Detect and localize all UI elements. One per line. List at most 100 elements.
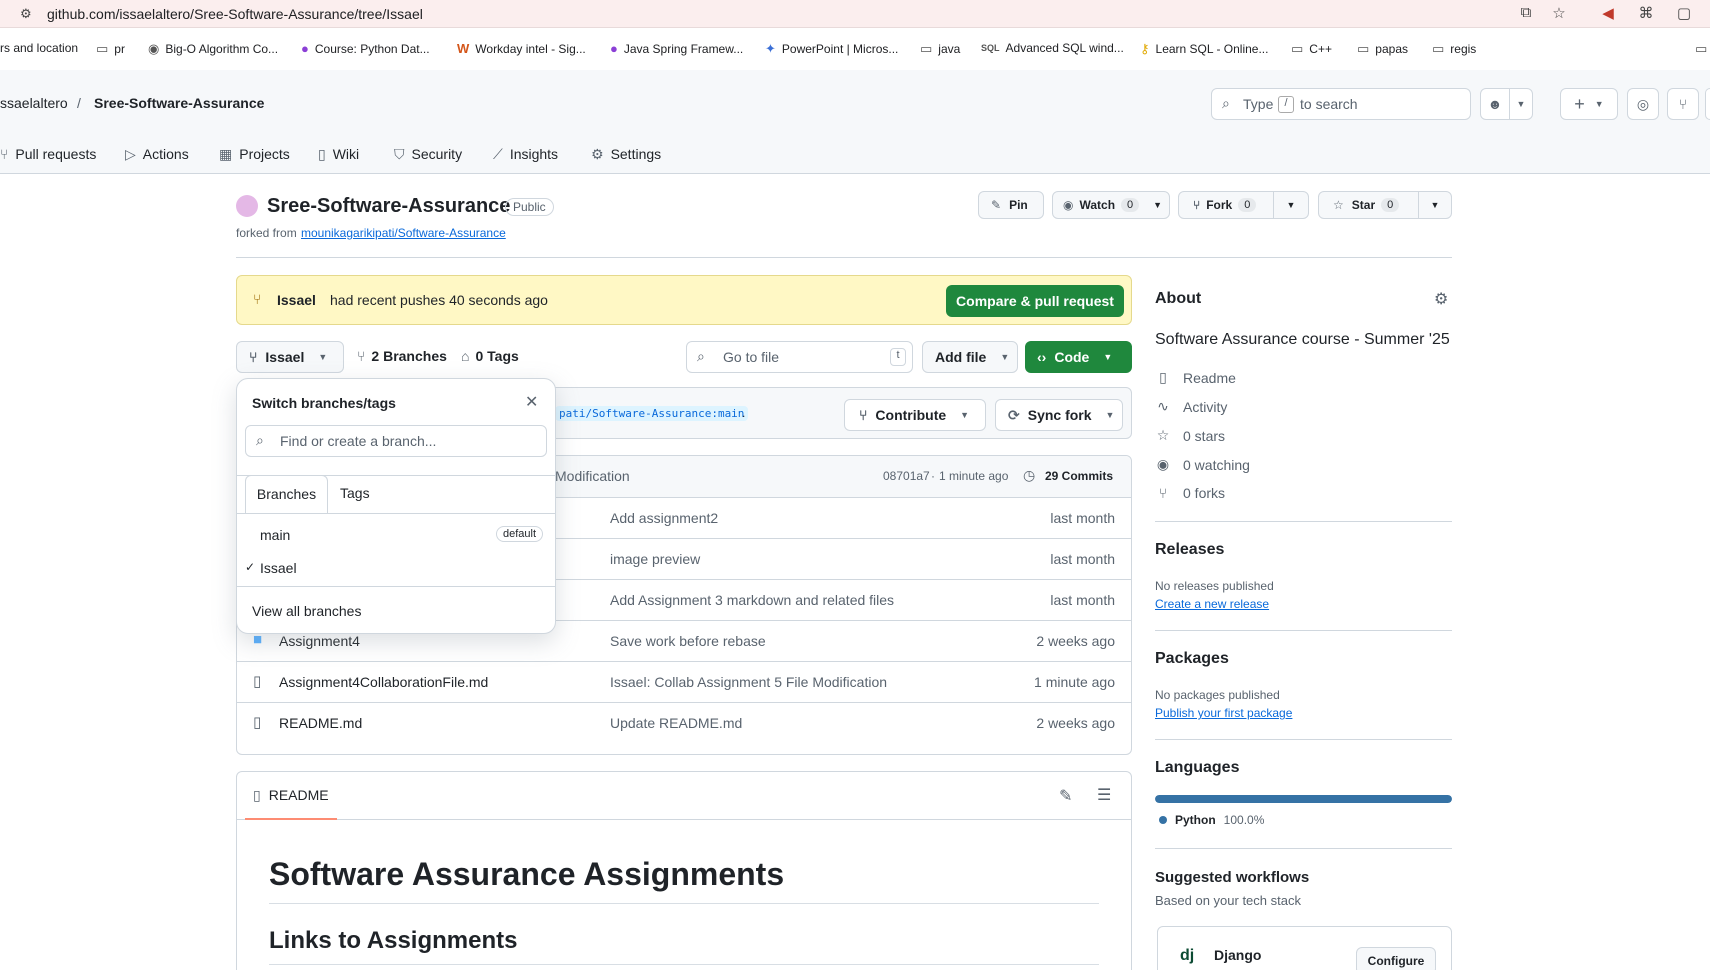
gear-icon[interactable]: ⚙ [1434,289,1448,309]
commits-link[interactable]: 29 Commits [1045,469,1113,483]
commit-message[interactable]: Add assignment2 [610,510,718,526]
bookmark-item[interactable]: SQL Advanced SQL wind... [981,41,1124,55]
avatar[interactable] [236,195,258,217]
tab-tags[interactable]: Tags [340,485,370,501]
tab-wiki[interactable]: ▯ Wiki [318,138,359,170]
bookmark-item[interactable]: ✦ PowerPoint | Micros... [765,41,898,57]
browser-url-bar[interactable]: ⚙ github.com/issaelaltero/Sree-Software-… [0,0,1710,28]
code-button[interactable]: ‹› Code ▼ [1025,341,1132,373]
create-release-link[interactable]: Create a new release [1155,597,1269,611]
bookmark-item[interactable]: ● Java Spring Framew... [610,41,743,56]
triangle-down-icon: ▼ [1000,352,1010,362]
sidebar-item-readme[interactable]: ▯ Readme [1155,369,1236,386]
bookmark-item[interactable]: ▭ pr [96,41,125,57]
tags-link[interactable]: ⌂ 0 Tags [461,348,519,364]
file-name[interactable]: README.md [279,715,362,731]
table-row[interactable]: ▯ Assignment4CollaborationFile.md Issael… [237,661,1131,702]
pusher-name[interactable]: Issael [277,292,316,308]
forked-from-link[interactable]: mounikagarikipati/Software-Assurance [301,226,506,240]
commit-hash[interactable]: 08701a7 [883,469,930,483]
bookmark-item[interactable]: ▭ [1695,41,1707,57]
packages-heading[interactable]: Packages [1155,650,1229,668]
edit-icon[interactable]: ✎ [1059,786,1072,806]
watch-button[interactable]: ◉ Watch 0 ▼ [1052,191,1170,219]
bookmark-star-icon[interactable]: ☆ [1549,4,1569,24]
latest-commit-message[interactable]: Modification [555,468,630,484]
pin-button[interactable]: ✎ Pin [978,191,1044,219]
sidebar-item-label: Activity [1183,398,1228,415]
language-item-python[interactable]: Python 100.0% [1159,813,1264,827]
file-name[interactable]: Assignment4 [279,633,360,649]
bookmark-item[interactable]: rs and location [0,41,78,55]
close-icon[interactable]: ✕ [525,392,538,412]
repo-title[interactable]: Sree-Software-Assurance [267,195,510,218]
url-text[interactable]: github.com/issaelaltero/Sree-Software-As… [47,6,423,22]
search-input[interactable]: ⌕ Type / to search [1211,88,1471,120]
go-to-file-input[interactable]: ⌕ Go to file t [686,341,913,373]
star-dropdown-button[interactable]: ▼ [1418,191,1452,219]
breadcrumb-owner[interactable]: ssaelaltero [0,95,68,111]
commit-message[interactable]: Update README.md [610,715,742,731]
branch-item-main[interactable]: main default [237,517,555,551]
bookmark-item[interactable]: ◉ Big-O Algorithm Co... [148,41,278,57]
commit-date: last month [1050,551,1115,567]
sidebar-item-activity[interactable]: ∿ Activity [1155,398,1227,415]
sync-fork-button[interactable]: ⟳ Sync fork ▼ [995,399,1123,431]
tab-actions[interactable]: ▷ Actions [125,138,189,170]
compare-pull-request-button[interactable]: Compare & pull request [946,285,1124,317]
install-icon[interactable]: ⧉ [1516,4,1536,24]
bookmark-item[interactable]: ▭ C++ [1291,41,1332,57]
tab-security[interactable]: ⛉ Security [394,138,462,170]
copilot-button[interactable]: ☻ [1480,88,1510,120]
tab-pull-requests[interactable]: ⑂ Pull requests [0,138,96,170]
table-row[interactable]: ▯ README.md Update README.md 2 weeks ago [237,702,1131,743]
megaphone-icon[interactable]: ◀ [1598,4,1618,24]
fork-ref-label[interactable]: pati/Software-Assurance:main [555,406,749,421]
extensions-icon[interactable]: ⌘ [1636,4,1656,24]
branches-link[interactable]: ⑂ 2 Branches [357,348,447,364]
bookmark-item[interactable]: ▭ java [920,41,960,57]
commit-message[interactable]: Add Assignment 3 markdown and related fi… [610,592,894,608]
profile-icon[interactable]: ▢ [1674,4,1694,24]
tab-settings[interactable]: ⚙ Settings [591,138,661,170]
outline-icon[interactable]: ☰ [1097,785,1111,805]
branch-select-button[interactable]: ⑂ Issael ▼ [236,341,344,373]
bookmark-item[interactable]: W Workday intel - Sig... [457,41,586,56]
view-all-branches-link[interactable]: View all branches [252,603,361,619]
publish-package-link[interactable]: Publish your first package [1155,706,1292,720]
notifications-button[interactable] [1705,88,1710,120]
tab-insights[interactable]: ⟋ Insights [493,138,558,170]
commit-message[interactable]: image preview [610,551,700,567]
branch-search-input[interactable]: ⌕ Find or create a branch... [245,425,547,457]
search-icon: ⌕ [697,348,705,364]
commit-message[interactable]: Issael: Collab Assignment 5 File Modific… [610,674,887,690]
commit-message[interactable]: Save work before rebase [610,633,766,649]
copilot-dropdown-button[interactable]: ▼ [1509,88,1533,120]
sidebar-item-forks[interactable]: ⑂ 0 forks [1155,485,1225,501]
sidebar-item-stars[interactable]: ☆ 0 stars [1155,427,1225,444]
star-label: Star [1351,198,1376,212]
contribute-button[interactable]: ⑂ Contribute ▼ [844,399,986,431]
create-new-button[interactable]: + ▼ [1560,88,1618,120]
releases-heading[interactable]: Releases [1155,541,1224,559]
fork-dropdown-button[interactable]: ▼ [1273,191,1309,219]
bookmark-item[interactable]: ▭ regis [1432,41,1476,57]
tab-projects[interactable]: ▦ Projects [219,138,290,170]
issues-button[interactable]: ◎ [1627,88,1659,120]
pull-requests-button[interactable]: ⑂ [1667,88,1699,120]
bookmark-item[interactable]: ▭ papas [1357,41,1408,57]
bookmark-item[interactable]: ● Course: Python Dat... [301,41,430,56]
sidebar-item-watching[interactable]: ◉ 0 watching [1155,456,1250,473]
divider [269,903,1099,904]
add-file-button[interactable]: Add file ▼ [922,341,1018,373]
configure-button[interactable]: Configure [1356,947,1436,970]
tab-branches[interactable]: Branches [245,475,328,514]
bookmark-item[interactable]: ⚷ Learn SQL - Online... [1140,41,1268,57]
breadcrumb-repo[interactable]: Sree-Software-Assurance [94,95,264,111]
file-name[interactable]: Assignment4CollaborationFile.md [279,674,488,690]
fork-button[interactable]: ⑂ Fork 0 [1178,191,1274,219]
branch-item-issael[interactable]: ✓ Issael [237,551,555,583]
readme-tab[interactable]: ▯ README [245,772,337,820]
star-button[interactable]: ☆ Star 0 [1318,191,1419,219]
site-info-icon[interactable]: ⚙ [20,6,36,21]
